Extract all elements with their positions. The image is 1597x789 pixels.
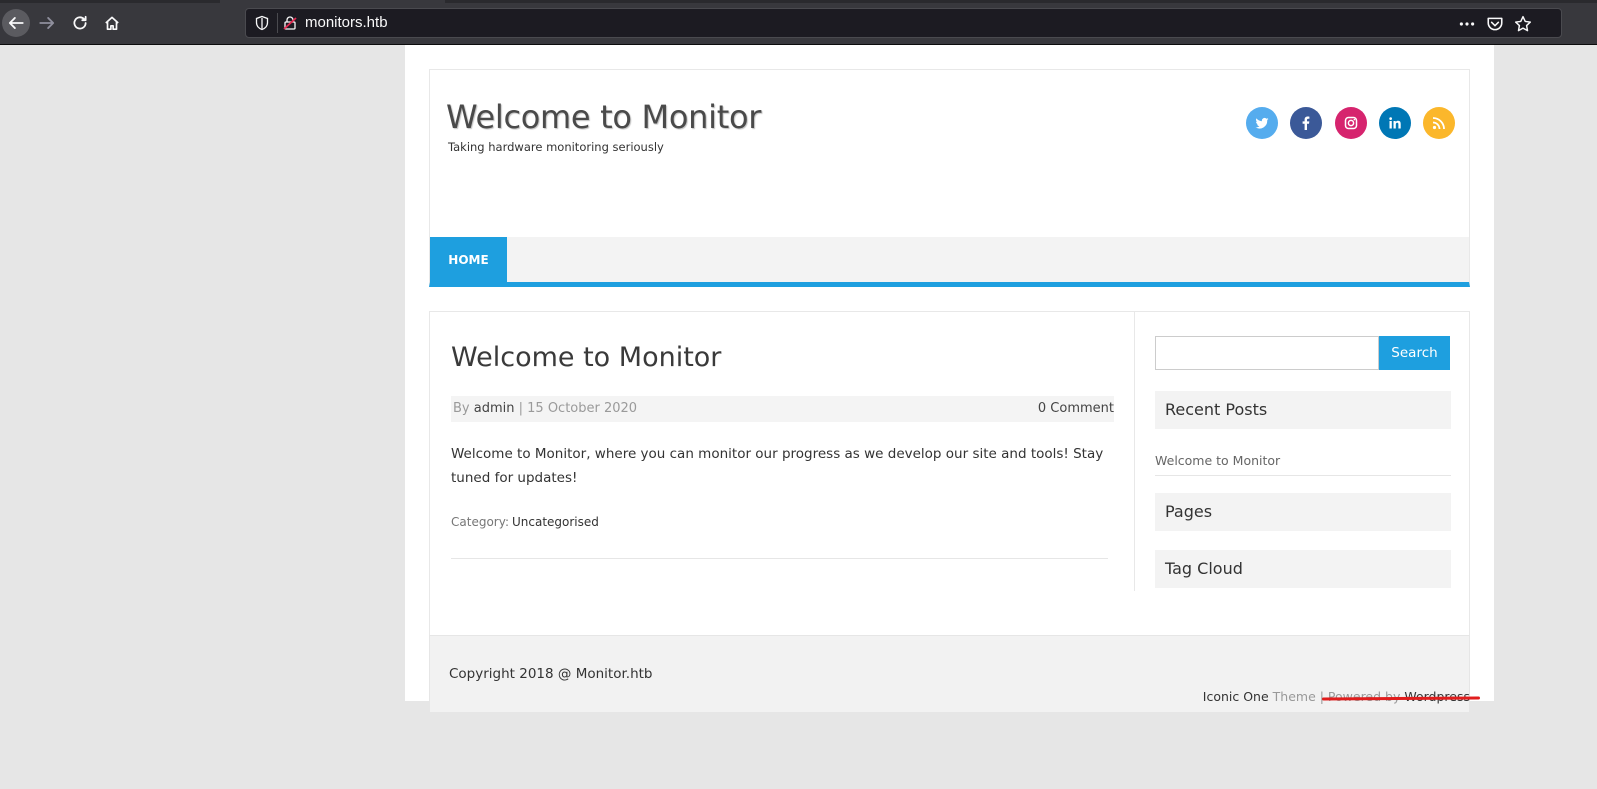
browser-toolbar: monitors.htb xyxy=(0,0,1597,45)
category-label: Category: xyxy=(451,515,509,529)
search-input[interactable] xyxy=(1155,336,1379,370)
instagram-icon xyxy=(1344,116,1358,130)
post-comments-link[interactable]: 0 Comment xyxy=(1038,396,1114,422)
category-link[interactable]: Uncategorised xyxy=(512,515,599,529)
post-by-label: By xyxy=(453,401,470,416)
post-byline: By admin | 15 October 2020 xyxy=(453,396,637,422)
shield-icon[interactable] xyxy=(254,15,270,31)
post-article: Welcome to Monitor By admin | 15 October… xyxy=(430,312,1135,591)
twitter-link[interactable] xyxy=(1246,107,1278,139)
facebook-link[interactable] xyxy=(1290,107,1322,139)
widget-title-recent-posts: Recent Posts xyxy=(1155,391,1451,429)
reload-icon xyxy=(73,15,87,30)
tab-strip xyxy=(0,0,220,3)
arrow-left-icon xyxy=(8,17,24,29)
recent-post-link[interactable]: Welcome to Monitor xyxy=(1155,453,1451,476)
reload-button[interactable] xyxy=(66,9,94,37)
twitter-icon xyxy=(1255,117,1269,129)
post-author-link[interactable]: admin xyxy=(474,401,515,416)
post-date: | 15 October 2020 xyxy=(514,401,638,416)
url-divider xyxy=(277,13,278,33)
page-container: Welcome to Monitor Taking hardware monit… xyxy=(405,45,1494,713)
tab-strip xyxy=(445,0,1597,3)
main-navigation: HOME xyxy=(429,237,1470,287)
linkedin-link[interactable] xyxy=(1379,107,1411,139)
url-text[interactable]: monitors.htb xyxy=(305,14,388,31)
widget-title-tag-cloud: Tag Cloud xyxy=(1155,550,1451,588)
rss-icon xyxy=(1432,117,1445,130)
more-actions-icon[interactable] xyxy=(1458,15,1476,33)
copyright-text: Copyright 2018 @ Monitor.htb xyxy=(449,666,653,682)
content-area: Welcome to Monitor By admin | 15 October… xyxy=(429,311,1470,639)
rss-link[interactable] xyxy=(1423,107,1455,139)
site-title[interactable]: Welcome to Monitor xyxy=(446,98,761,136)
widget-title-pages: Pages xyxy=(1155,493,1451,531)
home-icon xyxy=(105,16,119,31)
post-meta: By admin | 15 October 2020 0 Comment xyxy=(451,396,1114,422)
post-title[interactable]: Welcome to Monitor xyxy=(451,342,721,373)
forward-button[interactable] xyxy=(33,9,61,37)
facebook-icon xyxy=(1302,116,1310,130)
theme-link[interactable]: Iconic One xyxy=(1203,689,1269,704)
linkedin-icon xyxy=(1389,117,1401,129)
site-tagline: Taking hardware monitoring seriously xyxy=(448,140,664,154)
back-button[interactable] xyxy=(2,9,30,37)
url-bar[interactable]: monitors.htb xyxy=(245,8,1562,38)
site-wrapper: Welcome to Monitor Taking hardware monit… xyxy=(429,69,1470,713)
site-header: Welcome to Monitor Taking hardware monit… xyxy=(429,69,1470,237)
search-button[interactable]: Search xyxy=(1379,336,1450,370)
instagram-link[interactable] xyxy=(1335,107,1367,139)
post-content: Welcome to Monitor, where you can monito… xyxy=(451,446,1104,486)
post-divider xyxy=(451,558,1108,559)
bookmark-star-icon[interactable] xyxy=(1514,15,1532,33)
pocket-icon[interactable] xyxy=(1486,15,1504,33)
insecure-lock-icon[interactable] xyxy=(282,15,298,31)
post-category: Category: Uncategorised xyxy=(451,515,599,529)
arrow-right-icon xyxy=(39,17,55,29)
home-button[interactable] xyxy=(98,9,126,37)
nav-item-home[interactable]: HOME xyxy=(430,237,507,282)
